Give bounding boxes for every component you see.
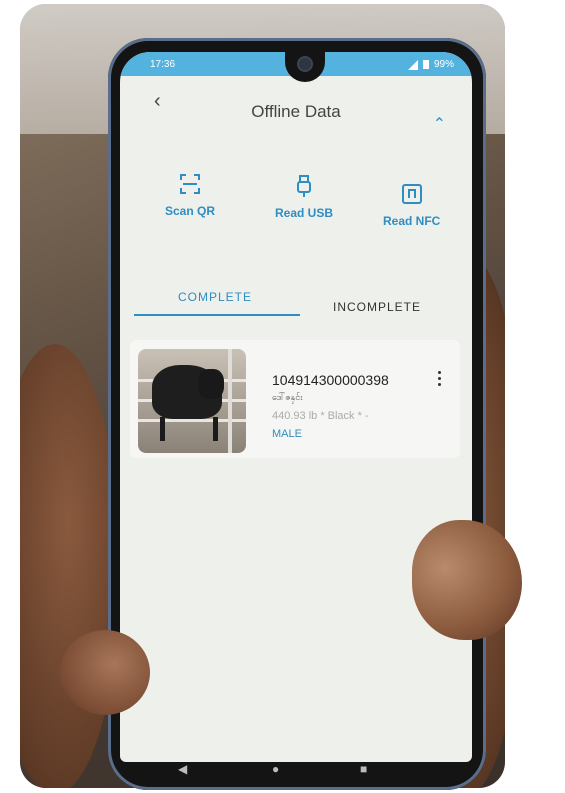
action-row: Scan QR Read USB Read NFC	[120, 172, 472, 252]
collapse-icon[interactable]: ⌃	[433, 114, 446, 134]
usb-icon	[297, 175, 311, 197]
read-nfc-button[interactable]: Read NFC	[383, 182, 440, 228]
page-title: Offline Data	[251, 102, 341, 121]
read-nfc-label: Read NFC	[383, 214, 441, 228]
animal-photo	[138, 349, 246, 453]
record-card[interactable]: 104914300000398 ဒေါ်ဇနှင်း 440.93 lb * B…	[130, 340, 460, 458]
status-icons: 99%	[407, 59, 454, 70]
read-usb-button[interactable]: Read USB	[275, 174, 333, 220]
active-tab-indicator	[134, 314, 300, 316]
qr-scan-icon	[180, 174, 200, 194]
left-hand	[20, 344, 120, 788]
nav-home-icon[interactable]: ●	[272, 762, 279, 776]
scan-qr-label: Scan QR	[165, 204, 216, 218]
right-thumb	[412, 520, 522, 640]
left-thumb	[60, 630, 150, 715]
record-tag: 104914300000398	[272, 372, 389, 388]
nfc-icon	[401, 184, 422, 204]
nav-recents-icon[interactable]: ■	[360, 762, 367, 776]
status-time: 17:36	[150, 59, 176, 70]
more-options-icon[interactable]	[438, 368, 442, 389]
tab-incomplete[interactable]: INCOMPLETE	[333, 300, 421, 314]
scan-qr-button[interactable]: Scan QR	[165, 172, 215, 218]
read-usb-label: Read USB	[275, 206, 334, 220]
fence-post	[228, 349, 232, 453]
cow-head	[198, 369, 224, 399]
battery-icon	[422, 60, 429, 69]
battery-level: 99%	[433, 59, 454, 70]
record-owner: ဒေါ်ဇနှင်း	[272, 392, 303, 402]
phone-screen: 17:36 99% ‹ Offline Data ⌃ Scan QR Read …	[120, 52, 472, 762]
app-bar: ‹ Offline Data ⌃	[120, 76, 472, 146]
record-info: 440.93 lb * Black * -	[272, 410, 369, 422]
system-nav-bar: ◀ ● ■	[108, 750, 486, 790]
tab-complete[interactable]: COMPLETE	[178, 290, 252, 304]
record-sex: MALE	[272, 428, 302, 440]
signal-icon	[407, 59, 418, 70]
cow-legs	[160, 417, 218, 441]
camera-icon	[299, 58, 311, 70]
nav-back-icon[interactable]: ◀	[178, 762, 187, 776]
tab-bar: COMPLETE INCOMPLETE	[120, 284, 472, 324]
